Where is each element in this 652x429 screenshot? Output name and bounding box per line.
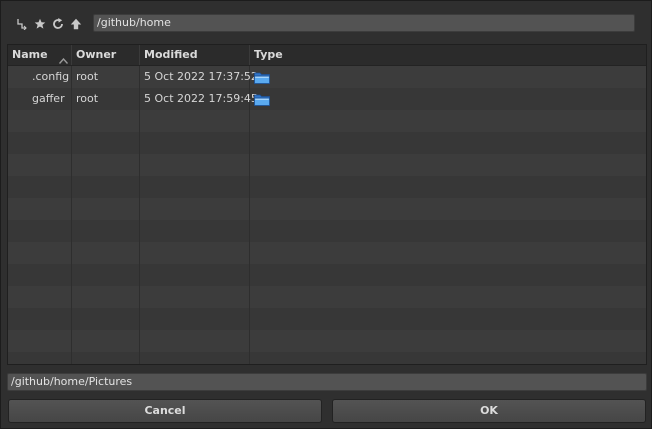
toolbar — [13, 15, 85, 33]
home-up-arrow-icon[interactable] — [67, 15, 85, 33]
empty-row — [8, 198, 646, 220]
empty-row — [8, 308, 646, 330]
file-browser-dialog: /github/home Name Owner Modified Type .c… — [0, 0, 652, 429]
column-header-type-label: Type — [254, 48, 283, 61]
cell-name: .config — [8, 66, 72, 88]
empty-row — [8, 110, 646, 132]
empty-row — [8, 286, 646, 308]
cell-owner: root — [72, 88, 140, 110]
column-header-name-label: Name — [12, 48, 48, 61]
cell-type — [250, 88, 646, 110]
cell-type — [250, 66, 646, 88]
table-row[interactable]: gaffer root 5 Oct 2022 17:59:45 — [8, 88, 646, 110]
up-level-icon[interactable] — [13, 15, 31, 33]
selected-path-input[interactable]: /github/home/Pictures — [7, 373, 647, 391]
file-list-table: Name Owner Modified Type .config root 5 … — [7, 44, 647, 365]
empty-row — [8, 330, 646, 352]
cell-owner: root — [72, 66, 140, 88]
location-path-input[interactable]: /github/home — [93, 14, 635, 32]
column-header-owner[interactable]: Owner — [72, 45, 140, 65]
table-header: Name Owner Modified Type — [8, 45, 646, 66]
cancel-button[interactable]: Cancel — [8, 399, 322, 423]
column-header-modified[interactable]: Modified — [140, 45, 250, 65]
empty-row — [8, 176, 646, 198]
column-header-type[interactable]: Type — [250, 45, 646, 65]
column-header-modified-label: Modified — [144, 48, 198, 61]
empty-row — [8, 264, 646, 286]
table-row[interactable]: .config root 5 Oct 2022 17:37:52 — [8, 66, 646, 88]
refresh-icon[interactable] — [49, 15, 67, 33]
table-body: .config root 5 Oct 2022 17:37:52 gaffer … — [8, 66, 646, 364]
empty-row — [8, 220, 646, 242]
empty-row — [8, 154, 646, 176]
empty-row — [8, 132, 646, 154]
cell-modified: 5 Oct 2022 17:37:52 — [140, 66, 258, 88]
column-header-owner-label: Owner — [76, 48, 117, 61]
empty-row — [8, 242, 646, 264]
cell-modified: 5 Oct 2022 17:59:45 — [140, 88, 258, 110]
column-header-name[interactable]: Name — [8, 45, 72, 65]
ok-button[interactable]: OK — [332, 399, 646, 423]
cell-name: gaffer — [8, 88, 72, 110]
bookmark-star-icon[interactable] — [31, 15, 49, 33]
empty-row — [8, 352, 646, 364]
